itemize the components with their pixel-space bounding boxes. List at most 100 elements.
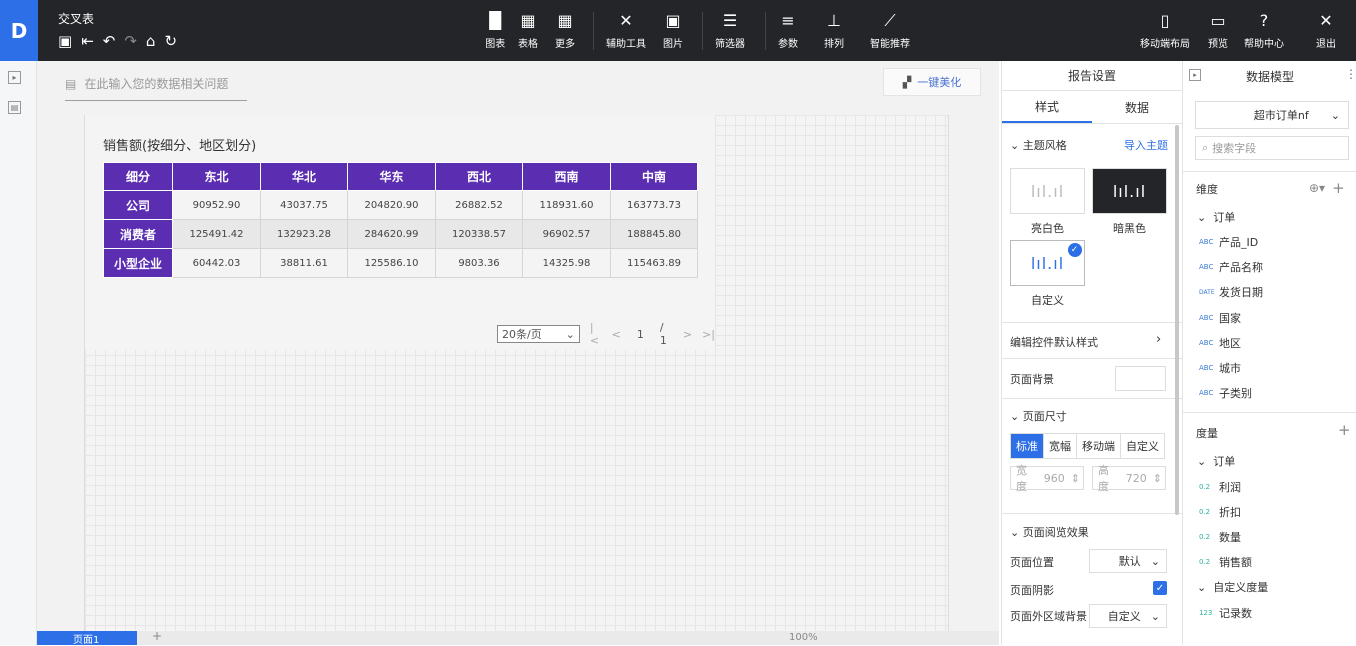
size-option-standard[interactable]: 标准 — [1011, 434, 1044, 458]
expand-panel-icon[interactable]: ▸ — [8, 71, 21, 84]
column-header[interactable]: 西南 — [522, 162, 611, 191]
size-option-mobile[interactable]: 移动端 — [1077, 434, 1121, 458]
theme-section-header[interactable]: ⌄ 主题风格 — [1010, 137, 1067, 153]
image-button[interactable]: ▣ 图片 — [663, 10, 683, 50]
table-cell[interactable]: 204820.90 — [347, 190, 436, 220]
field-item[interactable]: ABC 地区 — [1199, 335, 1241, 351]
outer-bg-select[interactable]: 自定义 ⌄ — [1089, 604, 1167, 628]
table-button[interactable]: ▦ 表格 — [518, 10, 538, 50]
add-page-icon[interactable]: + — [152, 629, 162, 643]
page-size-select[interactable]: 20条/页 ⌄ — [497, 325, 580, 343]
field-item[interactable]: ABC 子类别 — [1199, 385, 1252, 401]
globe-icon[interactable]: ⊕▾ — [1309, 181, 1325, 195]
table-cell[interactable]: 26882.52 — [435, 190, 523, 220]
preview-button[interactable]: ▭ 预览 — [1208, 10, 1228, 50]
edit-default-style[interactable]: 编辑控件默认样式 — [1010, 334, 1098, 350]
table-cell[interactable]: 132923.28 — [260, 219, 348, 249]
prev-page-icon[interactable]: < — [612, 328, 621, 341]
field-item[interactable]: 0.2 数量 — [1199, 529, 1241, 545]
corner-header[interactable]: 细分 — [103, 162, 173, 191]
column-header[interactable]: 东北 — [172, 162, 261, 191]
add-icon[interactable]: + — [1338, 421, 1351, 439]
report-page[interactable]: 销售额(按细分、地区划分) 细分 东北 华北 华东 西北 西南 中南 公司 90… — [84, 115, 949, 645]
add-icon[interactable]: + — [1332, 179, 1345, 197]
help-center-button[interactable]: ? 帮助中心 — [1244, 10, 1284, 50]
dimension-actions[interactable]: ⊕▾ + — [1309, 179, 1345, 197]
theme-light[interactable]: lıl.ıl — [1010, 168, 1085, 214]
save-icon[interactable]: ▣ — [58, 32, 72, 50]
table-cell[interactable]: 115463.89 — [610, 248, 698, 278]
chart-button[interactable]: ▐▌ 图表 — [483, 10, 508, 50]
more-button[interactable]: ▦ 更多 — [555, 10, 575, 50]
aux-tools-button[interactable]: ✕ 辅助工具 — [606, 10, 646, 50]
field-item[interactable]: 0.2 销售额 — [1199, 554, 1252, 570]
size-option-wide[interactable]: 宽幅 — [1044, 434, 1077, 458]
more-icon[interactable]: ⋮ — [1345, 67, 1356, 81]
document-title[interactable]: 交叉表 — [58, 10, 94, 27]
exit-edit-icon[interactable]: ⇤ — [81, 32, 94, 50]
column-header[interactable]: 中南 — [610, 162, 698, 191]
table-cell[interactable]: 60442.03 — [172, 248, 261, 278]
column-header[interactable]: 华东 — [347, 162, 436, 191]
table-cell[interactable]: 188845.80 — [610, 219, 698, 249]
page-shadow-checkbox[interactable]: ✓ — [1153, 581, 1167, 595]
settings-scrollbar[interactable] — [1175, 125, 1179, 515]
page-bg-color-picker[interactable] — [1115, 366, 1166, 391]
app-logo[interactable]: D — [0, 0, 38, 61]
table-cell[interactable]: 90952.90 — [172, 190, 261, 220]
next-page-icon[interactable]: > — [683, 328, 692, 341]
last-page-icon[interactable]: >| — [702, 328, 715, 341]
row-header[interactable]: 小型企业 — [103, 248, 173, 278]
field-item[interactable]: 0.2 折扣 — [1199, 504, 1241, 520]
redo-icon[interactable]: ↷ — [124, 32, 137, 50]
theme-custom[interactable]: lıl.ıl ✓ — [1010, 240, 1085, 286]
zoom-level[interactable]: 100% — [789, 632, 818, 643]
page-position-select[interactable]: 默认 ⌄ — [1089, 549, 1167, 573]
height-input[interactable]: 高度 720 ⇕ — [1092, 464, 1166, 493]
mobile-layout-button[interactable]: ▯ 移动端布局 — [1140, 10, 1190, 50]
first-page-icon[interactable]: |< — [590, 321, 602, 347]
field-item[interactable]: DATE 发货日期 — [1199, 284, 1263, 300]
refresh-icon[interactable]: ↻ — [164, 32, 177, 50]
exit-button[interactable]: ✕ 退出 — [1316, 10, 1336, 50]
stepper-icon[interactable]: ⇕ — [1153, 472, 1165, 485]
field-search-input[interactable]: ⌕ 搜索字段 — [1195, 136, 1349, 160]
table-cell[interactable]: 43037.75 — [260, 190, 348, 220]
chevron-right-icon[interactable]: › — [1156, 332, 1161, 347]
table-cell[interactable]: 9803.36 — [435, 248, 523, 278]
column-header[interactable]: 西北 — [435, 162, 523, 191]
row-header[interactable]: 公司 — [103, 190, 173, 220]
table-cell[interactable]: 14325.98 — [522, 248, 611, 278]
params-button[interactable]: ≡ 参数 — [778, 10, 798, 50]
undo-icon[interactable]: ↶ — [103, 32, 116, 50]
filter-button[interactable]: ☰ 筛选器 — [715, 10, 745, 50]
browse-section-header[interactable]: ⌄ 页面阅览效果 — [1010, 524, 1089, 540]
row-header[interactable]: 消费者 — [103, 219, 173, 249]
field-item[interactable]: ABC 产品_ID — [1199, 234, 1258, 250]
dimension-group[interactable]: ⌄ 订单 — [1197, 209, 1235, 225]
field-item[interactable]: 123 记录数 — [1199, 605, 1252, 621]
field-item[interactable]: 0.2 利润 — [1199, 479, 1241, 495]
format-painter-icon[interactable]: ⌂ — [146, 32, 156, 50]
current-page[interactable]: 1 — [637, 328, 644, 341]
field-item[interactable]: ABC 国家 — [1199, 310, 1241, 326]
size-option-custom[interactable]: 自定义 — [1121, 434, 1164, 458]
table-cell[interactable]: 38811.61 — [260, 248, 348, 278]
table-cell[interactable]: 118931.60 — [522, 190, 611, 220]
smart-recommend-button[interactable]: ⟋ 智能推荐 — [870, 10, 910, 50]
table-cell[interactable]: 120338.57 — [435, 219, 523, 249]
table-cell[interactable]: 163773.73 — [610, 190, 698, 220]
component-list-icon[interactable]: ▤ — [8, 101, 21, 114]
measure-group[interactable]: ⌄ 订单 — [1197, 453, 1235, 469]
tab-style[interactable]: 样式 — [1002, 91, 1092, 123]
one-click-beautify-button[interactable]: ▞ 一键美化 — [883, 68, 981, 96]
table-cell[interactable]: 284620.99 — [347, 219, 436, 249]
table-cell[interactable]: 96902.57 — [522, 219, 611, 249]
custom-measure-group[interactable]: ⌄ 自定义度量 — [1197, 579, 1268, 595]
column-header[interactable]: 华北 — [260, 162, 348, 191]
question-input[interactable]: ▤ 在此输入您的数据相关问题 — [65, 67, 247, 101]
theme-dark[interactable]: lıl.ıl — [1092, 168, 1167, 214]
crosstab-widget[interactable]: 销售额(按细分、地区划分) 细分 东北 华北 华东 西北 西南 中南 公司 90… — [85, 115, 715, 350]
field-item[interactable]: ABC 城市 — [1199, 360, 1241, 376]
page-size-section-header[interactable]: ⌄ 页面尺寸 — [1010, 408, 1067, 424]
